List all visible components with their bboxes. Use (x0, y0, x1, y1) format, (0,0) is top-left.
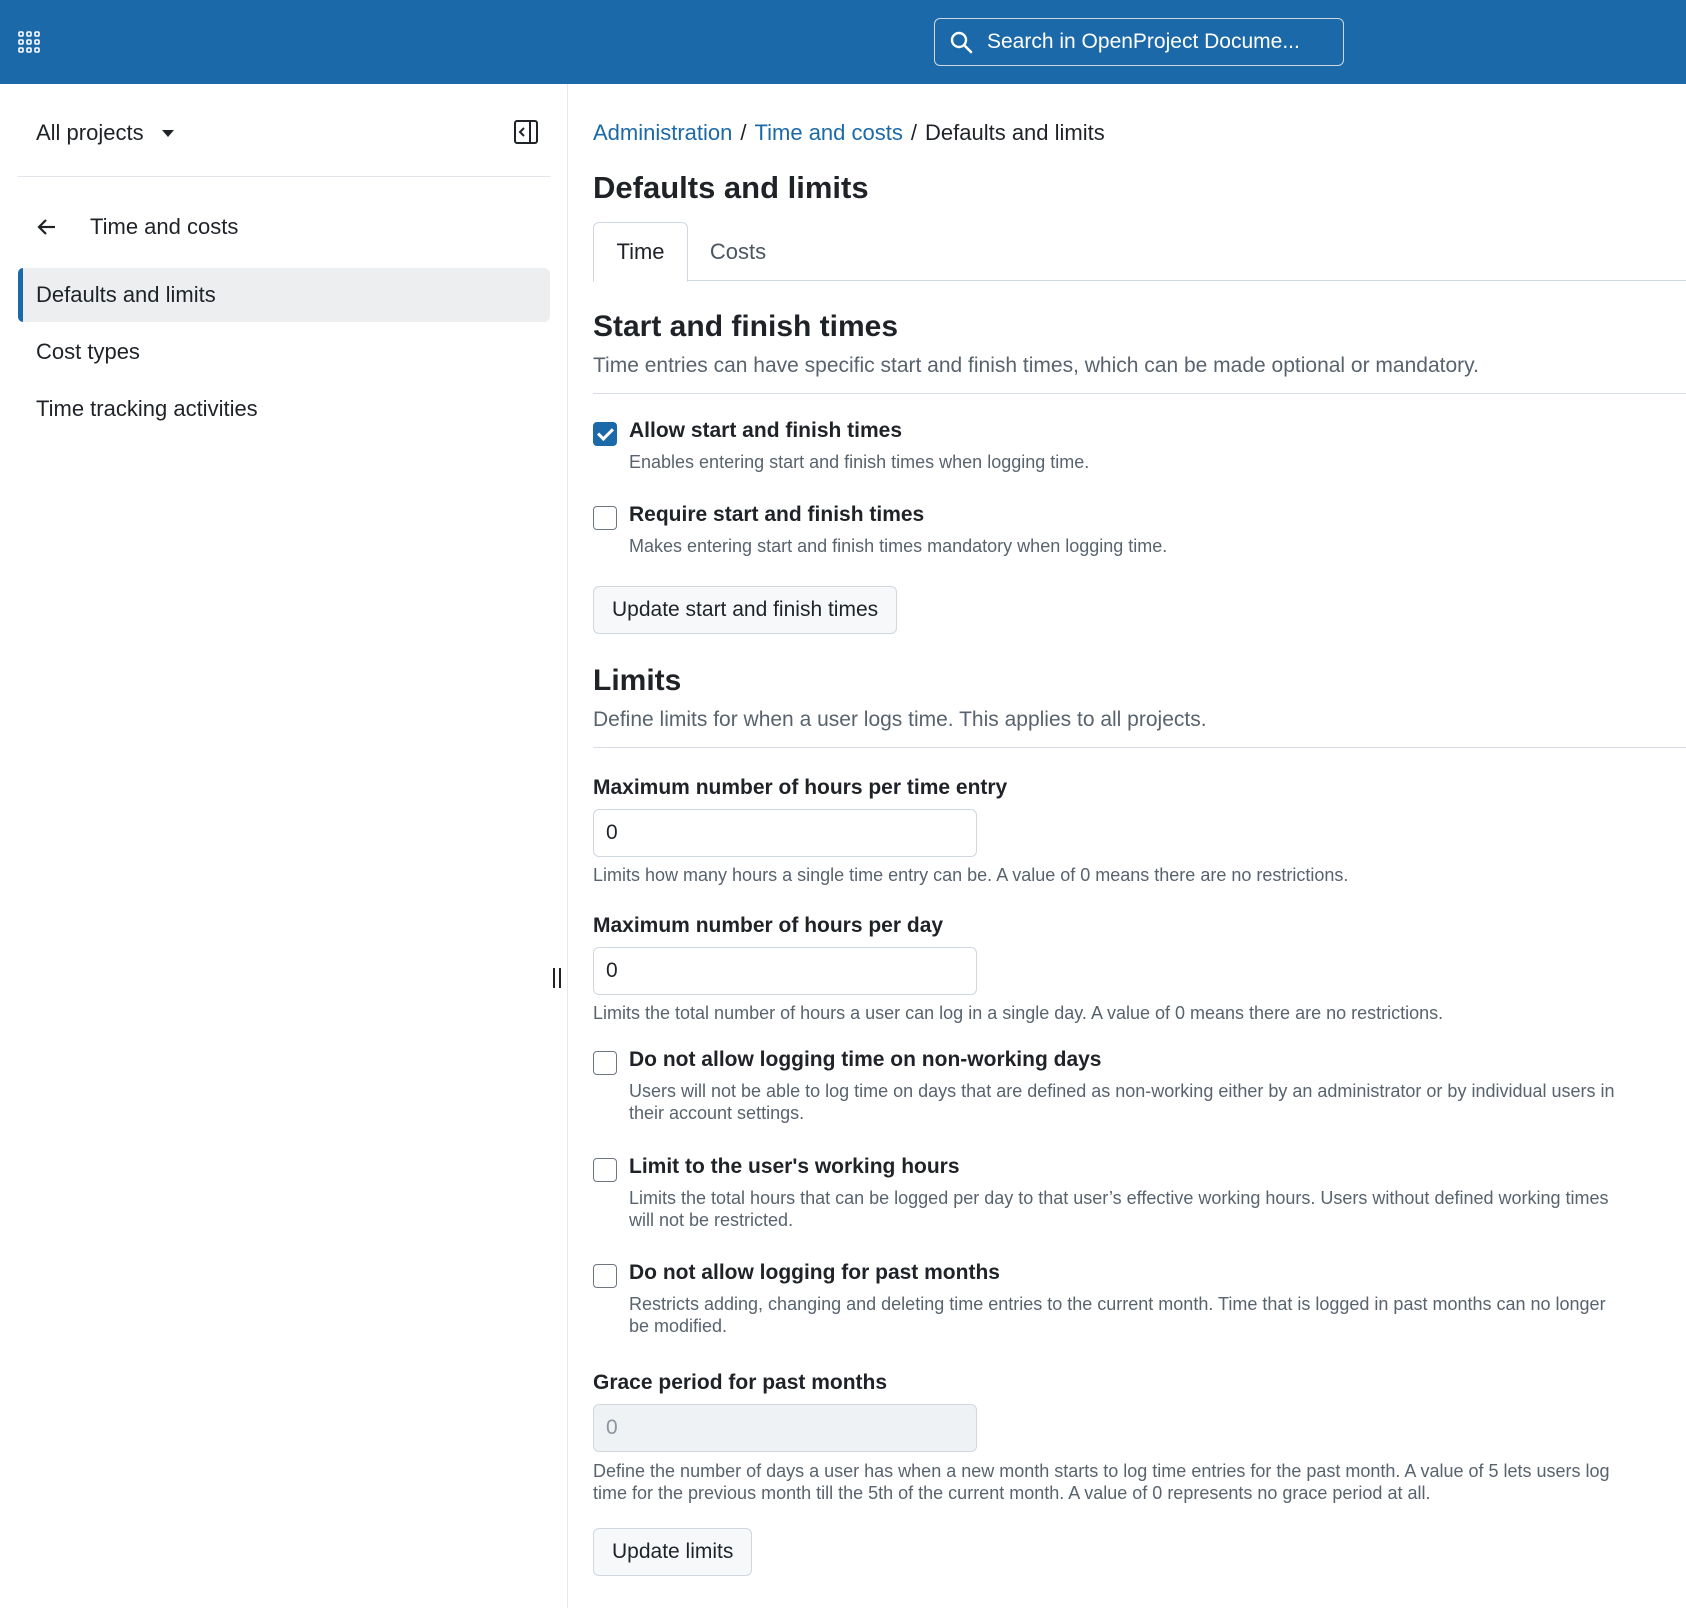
back-link[interactable]: Time and costs (36, 214, 238, 240)
tab-time[interactable]: Time (593, 222, 688, 282)
allow-start-finish-help: Enables entering start and finish times … (629, 452, 1090, 472)
max-hours-per-day-input[interactable] (593, 947, 977, 995)
sidebar-item-label: Time tracking activities (36, 396, 258, 421)
require-start-finish-label[interactable]: Require start and finish times (629, 503, 924, 527)
tab-label: Time (616, 239, 665, 264)
grace-period-input (593, 1404, 977, 1452)
past-months-checkbox[interactable] (593, 1264, 617, 1288)
section-divider (593, 747, 1686, 748)
project-selector-label: All projects (36, 120, 144, 145)
allow-start-finish-checkbox[interactable] (593, 422, 617, 446)
working-hours-checkbox[interactable] (593, 1158, 617, 1182)
caret-down-icon (161, 129, 174, 137)
update-limits-button[interactable]: Update limits (593, 1528, 753, 1576)
require-start-finish-checkbox[interactable] (593, 506, 617, 530)
past-months-label[interactable]: Do not allow logging for past months (629, 1261, 1000, 1285)
section-divider (593, 393, 1686, 394)
max-hours-per-entry-help: Limits how many hours a single time entr… (593, 865, 1349, 885)
sidebar-divider (18, 176, 550, 177)
breadcrumb-separator: / (740, 120, 747, 145)
breadcrumb-separator: / (910, 120, 917, 145)
past-months-help: Restricts adding, changing and deleting … (629, 1294, 1606, 1336)
breadcrumb: Administration / Time and costs / Defaults a… (593, 120, 1105, 146)
working-hours-label[interactable]: Limit to the user's working hours (629, 1155, 960, 1179)
search-icon (950, 31, 973, 54)
grace-period-help: Define the number of days a user has whe… (593, 1461, 1610, 1503)
section-description-limits: Define limits for when a user logs time.… (593, 708, 1207, 731)
allow-start-finish-label[interactable]: Allow start and finish times (629, 419, 902, 443)
search-input[interactable] (987, 30, 1317, 54)
working-hours-help: Limits the total hours that can be logge… (629, 1188, 1609, 1230)
section-title-start-finish: Start and finish times (593, 310, 899, 343)
non-working-days-label[interactable]: Do not allow logging time on non-working… (629, 1048, 1101, 1072)
max-hours-per-entry-input[interactable] (593, 809, 977, 857)
section-title-limits: Limits (593, 664, 682, 697)
top-header (0, 0, 1686, 84)
max-hours-per-day-help: Limits the total number of hours a user … (593, 1003, 1444, 1023)
max-hours-per-day-label: Maximum number of hours per day (593, 914, 944, 937)
non-working-days-checkbox[interactable] (593, 1051, 617, 1075)
breadcrumb-link-administration[interactable]: Administration (593, 120, 732, 145)
sidebar-item-label: Defaults and limits (36, 282, 216, 307)
sidebar-item-label: Cost types (36, 339, 140, 364)
require-start-finish-help: Makes entering start and finish times ma… (629, 536, 1168, 556)
sidebar-resize-handle[interactable] (553, 968, 561, 988)
search-box[interactable] (934, 18, 1344, 66)
back-link-label: Time and costs (90, 214, 239, 239)
section-description-start-finish: Time entries can have specific start and… (593, 354, 1479, 377)
breadcrumb-current: Defaults and limits (925, 120, 1105, 145)
project-selector[interactable]: All projects (36, 120, 174, 146)
tab-bar: Time Costs (593, 222, 1686, 282)
app-grid-icon[interactable] (18, 31, 40, 53)
sidebar-item-cost-types[interactable]: Cost types (18, 325, 550, 379)
collapse-sidebar-icon[interactable] (512, 118, 540, 146)
arrow-left-icon (37, 219, 55, 235)
max-hours-per-entry-label: Maximum number of hours per time entry (593, 776, 1008, 799)
page-title: Defaults and limits (593, 170, 869, 205)
sidebar: All projects Time and costs Defaults and… (0, 84, 568, 1608)
sidebar-item-defaults-and-limits[interactable]: Defaults and limits (18, 268, 550, 322)
grace-period-label: Grace period for past months (593, 1371, 888, 1394)
update-start-finish-button[interactable]: Update start and finish times (593, 586, 898, 634)
non-working-days-help: Users will not be able to log time on da… (629, 1081, 1615, 1123)
tab-label: Costs (709, 238, 767, 264)
sidebar-item-time-tracking-activities[interactable]: Time tracking activities (18, 382, 550, 436)
tab-costs[interactable]: Costs (688, 222, 788, 281)
breadcrumb-link-time-and-costs[interactable]: Time and costs (755, 120, 903, 145)
